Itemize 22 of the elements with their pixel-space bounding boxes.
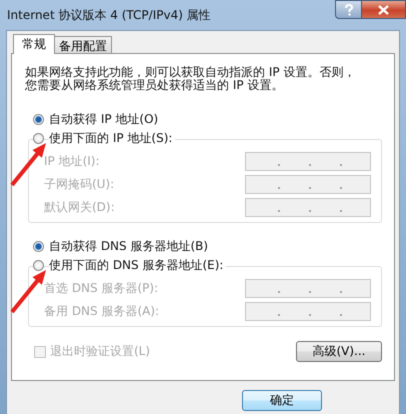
help-icon [344,4,354,16]
help-button[interactable] [335,0,362,19]
radio-label: 使用下面的 IP 地址(S): [49,130,176,147]
checkbox-label: 退出时验证设置(L) [50,343,150,360]
close-icon [378,4,389,14]
tab[interactable]: 备用配置 [54,36,112,53]
advanced-button[interactable]: 高级(V)... [296,341,382,362]
tab[interactable]: 常规 [13,34,55,54]
field-label: IP 地址(I): [43,153,100,170]
close-button[interactable] [362,0,406,19]
radio-button[interactable] [33,241,44,252]
radio-button[interactable] [33,114,44,125]
field-label: 默认网关(D): [43,199,115,216]
field-label: 备用 DNS 服务器(A): [43,303,160,320]
description-text: 如果网络支持此功能，则可以获取自动指派的 IP 设置。否则，您需要从网络系统管理员处获得适当的 IP 设置。 [25,66,356,92]
field-label: 首选 DNS 服务器(P): [43,280,158,297]
ok-button[interactable]: 确定 [242,390,322,411]
window-title: Internet 协议版本 4 (TCP/IPv4) 属性 [7,6,211,24]
radio-button[interactable] [33,260,44,271]
radio-button[interactable] [33,133,44,144]
field-label: 子网掩码(U): [43,176,114,193]
radio-label: 使用下面的 DNS 服务器地址(E): [49,257,226,274]
